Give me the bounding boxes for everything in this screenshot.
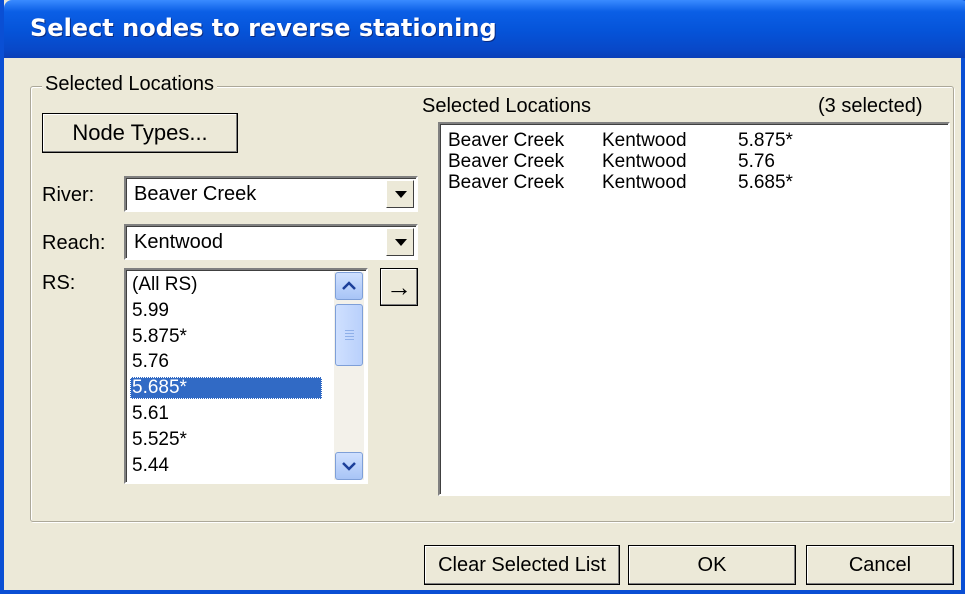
rs-label: RS: [42,272,76,294]
rs-scrollbar[interactable] [334,272,364,480]
rs-list-item[interactable]: 5.685* [130,377,322,400]
row-river: Beaver Creek [448,172,565,193]
row-rs: 5.875* [738,130,793,151]
dropdown-arrow-icon[interactable] [386,228,414,256]
rs-listbox[interactable]: (All RS) 5.99 5.875* 5.76 5.685* 5.61 5.525* 5.… [124,268,368,484]
reach-combo[interactable]: Kentwood [124,224,418,260]
chevron-up-icon[interactable] [335,272,363,300]
selected-header: Selected Locations [422,95,592,117]
window-title: Select nodes to reverse stationing [30,14,497,42]
row-reach: Kentwood [602,172,687,193]
reach-value: Kentwood [134,231,223,253]
clear-selected-list-button[interactable]: Clear Selected List [424,545,620,585]
rs-list-item[interactable]: 5.875* [130,326,322,348]
row-reach: Kentwood [602,151,687,172]
dropdown-arrow-icon[interactable] [386,180,414,208]
rs-list-item[interactable]: 5.99 [130,300,322,322]
group-legend: Selected Locations [42,73,218,96]
rs-list-item[interactable]: (All RS) [130,274,322,296]
right-arrow-icon[interactable]: → [380,268,418,306]
row-rs: 5.76 [738,151,775,172]
selected-locations-list[interactable]: Beaver Creek Kentwood 5.875* Beaver Creek Ke… [438,122,950,496]
river-value: Beaver Creek [134,183,257,205]
scroll-thumb[interactable] [335,304,363,366]
node-types-button[interactable]: Node Types... [42,113,238,153]
selected-count: (3 selected) [818,95,923,117]
row-river: Beaver Creek [448,130,565,151]
rs-list-item[interactable]: 5.44 [130,455,322,477]
river-combo[interactable]: Beaver Creek [124,176,418,212]
reach-label: Reach: [42,232,106,254]
rs-list-item[interactable]: 5.61 [130,403,322,425]
cancel-button[interactable]: Cancel [806,545,954,585]
row-river: Beaver Creek [448,151,565,172]
row-reach: Kentwood [602,130,687,151]
rs-list-item[interactable]: 5.76 [130,351,322,373]
ok-button[interactable]: OK [628,545,796,585]
river-label: River: [42,184,95,206]
title-bar[interactable]: Select nodes to reverse stationing [4,0,965,58]
row-rs: 5.685* [738,172,793,193]
rs-list-item[interactable]: 5.525* [130,429,322,451]
chevron-down-icon[interactable] [335,452,363,480]
